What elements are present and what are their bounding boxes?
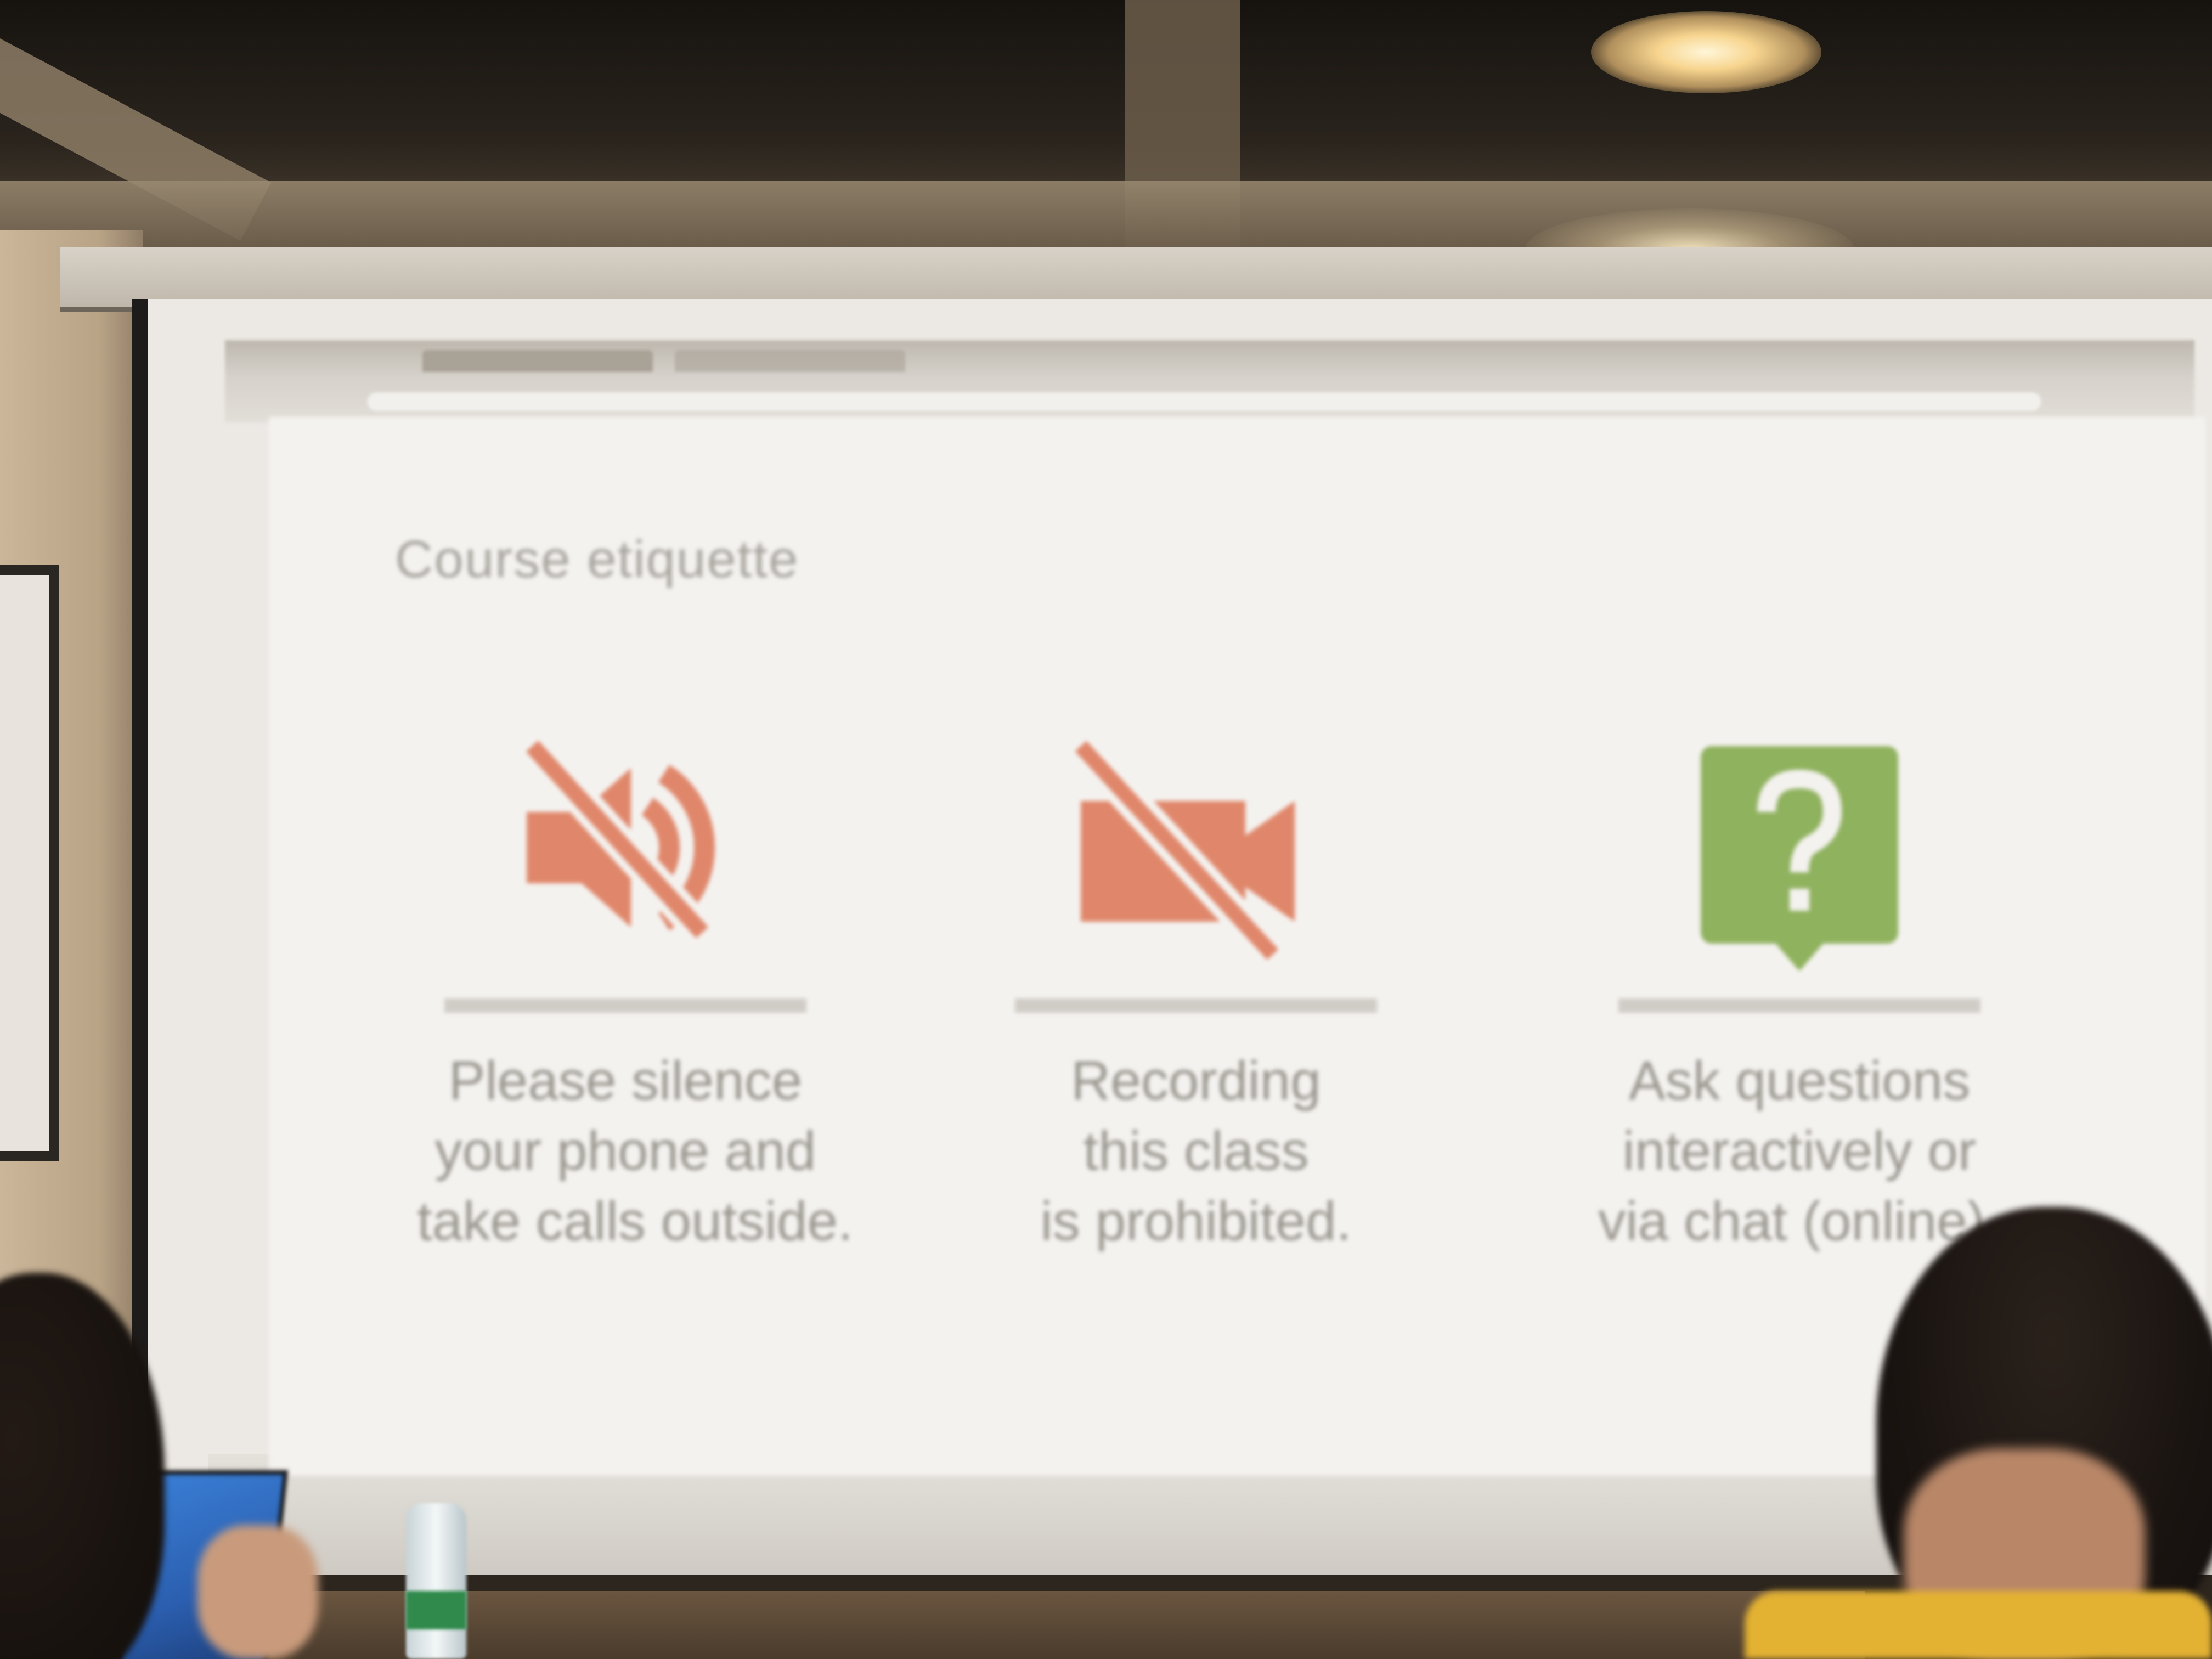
divider-rule (1015, 998, 1377, 1013)
caption-line: Ask questions (1628, 1050, 1971, 1111)
etiquette-caption: Ask questions interactively or via chat … (1591, 1046, 2008, 1256)
speaker-muted-icon (520, 735, 715, 944)
classroom-photo: Course etiquette Please silence your pho… (0, 0, 2212, 1659)
caption-line: Recording (1071, 1050, 1321, 1111)
caption-line: take calls outside. (417, 1190, 853, 1252)
caption-line: Please silence (448, 1050, 803, 1111)
caption-line: is prohibited. (1040, 1190, 1352, 1252)
browser-url-bar (368, 392, 2041, 411)
etiquette-caption: Please silence your phone and take calls… (417, 1046, 853, 1256)
water-bottle-label (406, 1591, 466, 1629)
divider-rule (1618, 998, 1980, 1013)
whiteboard (0, 565, 59, 1161)
slide-title: Course etiquette (395, 530, 799, 589)
divider-rule (444, 998, 806, 1013)
question-bubble-icon (1701, 746, 1898, 971)
caption-line: your phone and (435, 1120, 816, 1182)
etiquette-item-silence-phone: Please silence your phone and take calls… (417, 724, 853, 1256)
student-shirt-right (1745, 1591, 2212, 1659)
etiquette-item-no-recording: Recording this class is prohibited. (988, 724, 1404, 1256)
water-bottle (406, 1503, 466, 1659)
caption-line: this class (1083, 1120, 1309, 1182)
etiquette-item-ask-questions: Ask questions interactively or via chat … (1591, 724, 2008, 1256)
caption-line: interactively or (1622, 1120, 1977, 1182)
etiquette-caption: Recording this class is prohibited. (988, 1046, 1404, 1256)
ceiling (0, 0, 2212, 258)
student-hand (198, 1525, 318, 1659)
projected-browser-chrome (225, 340, 2194, 422)
ceiling-lamp (1591, 11, 1821, 93)
browser-tab (422, 350, 653, 372)
ceiling-beam (0, 181, 2212, 247)
video-camera-off-icon (1068, 735, 1295, 966)
caption-line: via chat (online). (1598, 1190, 2001, 1252)
browser-tab (675, 350, 905, 372)
